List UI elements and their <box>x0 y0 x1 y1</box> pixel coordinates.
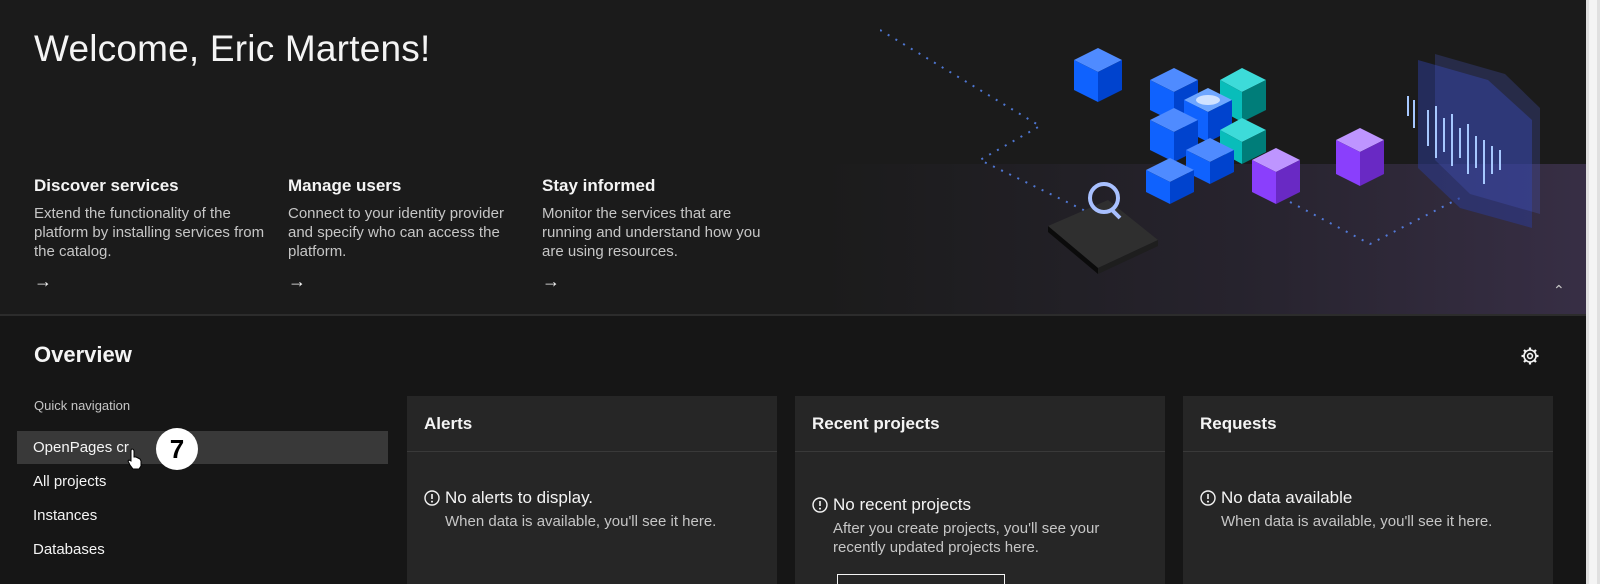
empty-state-title: No recent projects <box>833 495 971 514</box>
info-circle-icon <box>812 497 828 513</box>
card-title: Recent projects <box>795 396 1165 452</box>
create-project-button[interactable] <box>837 574 1005 584</box>
feature-description: Monitor the services that are running an… <box>542 205 761 260</box>
quick-nav-item-instances[interactable]: Instances <box>17 499 388 532</box>
welcome-banner: Welcome, Eric Martens! Discover services… <box>0 0 1586 316</box>
empty-state: No recent projects After you create proj… <box>812 495 1133 557</box>
feature-stay-informed: Stay informed Monitor the services that … <box>542 176 774 290</box>
pointer-cursor-icon <box>127 448 142 470</box>
feature-title: Manage users <box>288 176 402 195</box>
card-title: Alerts <box>407 396 777 452</box>
card-title: Requests <box>1183 396 1553 452</box>
recent-projects-card: Recent projects No recent projects After… <box>795 396 1165 584</box>
overview-heading: Overview <box>34 342 132 367</box>
welcome-heading: Welcome, Eric Martens! <box>34 28 431 69</box>
feature-title: Stay informed <box>542 176 656 195</box>
feature-description: Connect to your identity provider and sp… <box>288 205 504 260</box>
quick-navigation-label: Quick navigation <box>34 398 131 413</box>
feature-title: Discover services <box>34 176 179 195</box>
arrow-right-icon[interactable]: → <box>288 272 520 290</box>
info-circle-icon <box>1200 490 1216 506</box>
requests-card: Requests No data available When data is … <box>1183 396 1553 584</box>
empty-state-description: When data is available, you'll see it he… <box>1221 513 1493 530</box>
isometric-cubes-illustration <box>880 29 1540 274</box>
arrow-right-icon[interactable]: → <box>34 272 266 290</box>
empty-state: No alerts to display. When data is avail… <box>424 488 716 531</box>
quick-nav-item-all-projects[interactable]: All projects <box>17 465 388 498</box>
alerts-card: Alerts No alerts to display. When data i… <box>407 396 777 584</box>
feature-discover-services: Discover services Extend the functionali… <box>34 176 266 290</box>
empty-state-description: After you create projects, you'll see yo… <box>833 520 1100 556</box>
step-number-badge: 7 <box>156 428 198 470</box>
gear-icon[interactable] <box>1520 346 1540 366</box>
quick-nav-item-openpages[interactable]: OpenPages cr <box>17 431 388 464</box>
scrollbar-thumb[interactable] <box>1589 0 1597 584</box>
empty-state-title: No data available <box>1221 488 1353 507</box>
page-scrollbar[interactable] <box>1586 0 1600 584</box>
feature-description: Extend the functionality of the platform… <box>34 205 265 260</box>
arrow-right-icon[interactable]: → <box>542 272 774 290</box>
info-circle-icon <box>424 490 440 506</box>
empty-state-description: When data is available, you'll see it he… <box>445 513 717 530</box>
empty-state: No data available When data is available… <box>1200 488 1492 531</box>
feature-manage-users: Manage users Connect to your identity pr… <box>288 176 520 290</box>
collapse-chevron-up-icon[interactable]: ⌃ <box>1553 282 1565 299</box>
empty-state-title: No alerts to display. <box>445 488 594 507</box>
quick-nav-item-databases[interactable]: Databases <box>17 533 388 566</box>
